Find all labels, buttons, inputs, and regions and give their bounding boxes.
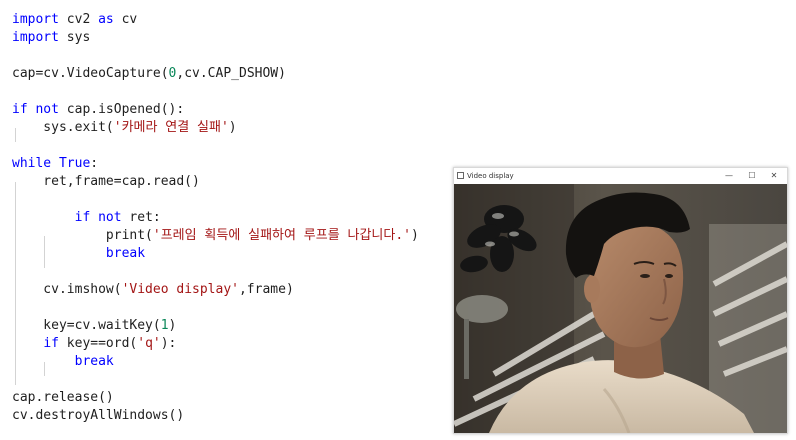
code-line-9: while True: — [12, 155, 98, 173]
code-text: ret,frame=cap.read() — [12, 174, 200, 189]
keyword: import — [12, 12, 59, 27]
code-text: ): — [160, 336, 177, 351]
keyword: if — [74, 210, 91, 225]
video-display-window[interactable]: Video display — ☐ ✕ — [453, 167, 788, 434]
code-line-7: sys.exit('카메라 연결 실패') — [12, 119, 237, 137]
code-line-1: import cv2 as cv — [12, 11, 137, 29]
code-text: cv.destroyAllWindows() — [12, 408, 185, 423]
app-icon — [457, 172, 464, 179]
code-text: cv2 — [58, 12, 99, 27]
code-line-14: break — [12, 245, 145, 263]
window-title: Video display — [467, 172, 514, 180]
string-literal: 'q' — [137, 336, 161, 351]
keyword: break — [74, 354, 114, 369]
code-text: : — [90, 156, 99, 171]
code-line-18: key=cv.waitKey(1) — [12, 317, 176, 335]
code-text: key=cv.waitKey( — [12, 318, 161, 333]
code-line-2: import sys — [12, 29, 90, 47]
code-line-6: if not cap.isOpened(): — [12, 101, 184, 119]
code-text: cap.release() — [12, 390, 114, 405]
code-line-19: if key==ord('q'): — [12, 335, 176, 353]
keyword: as — [98, 12, 114, 27]
window-titlebar[interactable]: Video display — ☐ ✕ — [454, 168, 787, 184]
number-literal: 1 — [160, 318, 169, 333]
code-line-23: cv.destroyAllWindows() — [12, 407, 184, 425]
string-literal: 'Video display' — [121, 282, 239, 297]
code-line-16: cv.imshow('Video display',frame) — [12, 281, 294, 299]
code-line-4: cap=cv.VideoCapture(0,cv.CAP_DSHOW) — [12, 65, 286, 83]
code-text: ,cv.CAP_DSHOW) — [176, 66, 286, 81]
keyword: not — [98, 210, 122, 225]
keyword: if — [43, 336, 59, 351]
code-text: ,frame) — [238, 282, 294, 297]
string-literal: '카메라 연결 실패' — [113, 120, 229, 135]
keyword: while — [12, 156, 52, 171]
code-text: print( — [12, 228, 153, 243]
code-line-22: cap.release() — [12, 389, 114, 407]
code-text: cap.isOpened(): — [58, 102, 185, 117]
code-text: ) — [228, 120, 237, 135]
minimize-button[interactable]: — — [719, 169, 739, 183]
code-text: key==ord( — [58, 336, 138, 351]
code-line-13: print('프레임 획득에 실패하여 루프를 나갑니다.') — [12, 227, 419, 245]
keyword: not — [35, 102, 59, 117]
code-text: cap=cv.VideoCapture( — [12, 66, 169, 81]
close-button[interactable]: ✕ — [764, 169, 784, 183]
string-literal: '프레임 획득에 실패하여 루프를 나갑니다.' — [152, 228, 411, 243]
keyword: True — [58, 156, 91, 171]
keyword: break — [105, 246, 146, 261]
keyword: if — [12, 102, 28, 117]
code-text: ) — [168, 318, 177, 333]
code-line-12: if not ret: — [12, 209, 161, 227]
maximize-button[interactable]: ☐ — [742, 169, 762, 183]
code-text: cv.imshow( — [12, 282, 122, 297]
code-line-20: break — [12, 353, 114, 371]
webcam-frame-image — [454, 184, 787, 433]
video-frame — [454, 184, 787, 433]
code-line-10: ret,frame=cap.read() — [12, 173, 200, 191]
code-text: cv — [113, 12, 138, 27]
code-text: sys.exit( — [12, 120, 114, 135]
keyword: import — [12, 30, 59, 45]
code-text: ) — [411, 228, 419, 243]
code-text: ret: — [121, 210, 161, 225]
code-text: sys — [58, 30, 91, 45]
